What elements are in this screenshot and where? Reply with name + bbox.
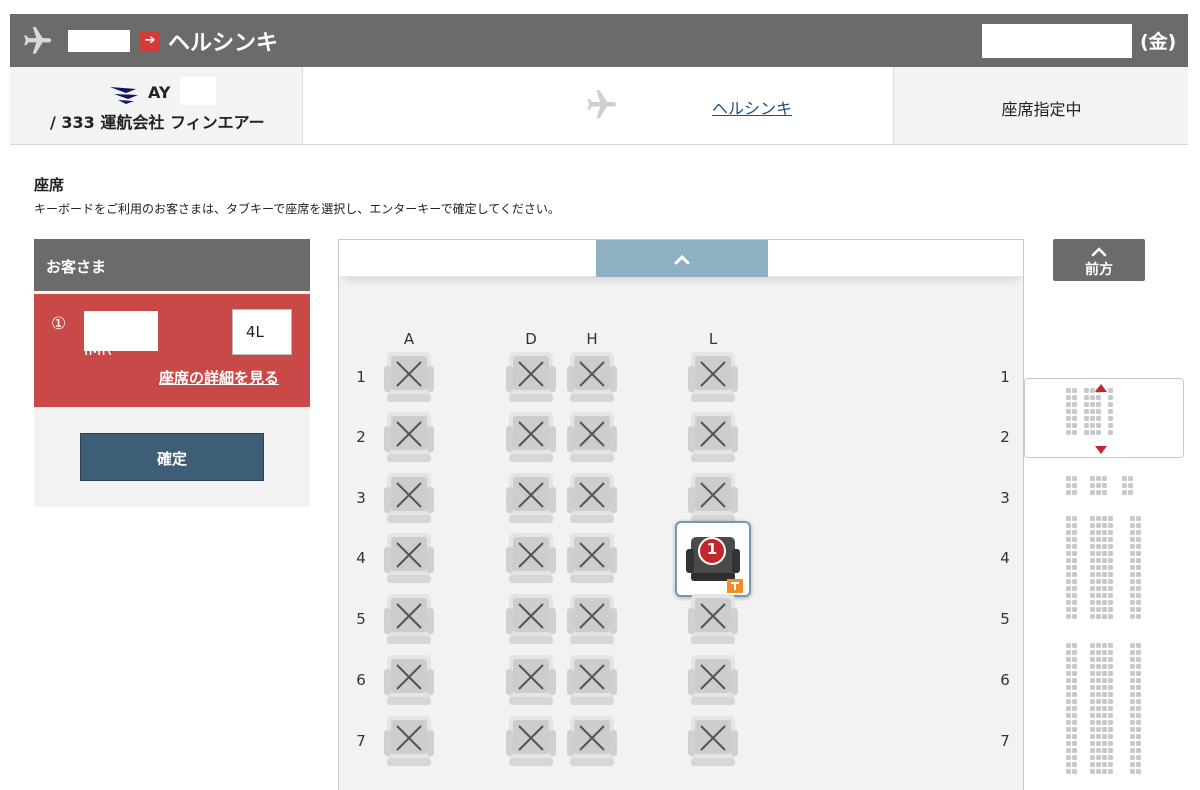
keyboard-instructions: キーボードをご利用のお客さまは、タブキーで座席を選択し、エンターキーで確定してく…: [34, 202, 560, 216]
chevron-up-icon: [674, 254, 690, 265]
row-label-right-5: 5: [1000, 610, 1010, 628]
column-label-l: L: [708, 330, 718, 348]
row-label-left-5: 5: [356, 610, 366, 628]
destination-link[interactable]: ヘルシンキ: [712, 95, 792, 119]
chevron-up-icon: [1091, 247, 1107, 257]
seat-4d-unavailable: [505, 531, 557, 589]
seat-1h-unavailable: [566, 350, 618, 408]
seat-3d-unavailable: [505, 471, 557, 529]
passenger-panel: お客さま ① IMR 4L 座席の詳細を見る 確定: [34, 239, 310, 507]
flight-code: AY: [148, 83, 171, 102]
redacted-flight-number: [180, 77, 216, 105]
assigned-seat-field[interactable]: 4L: [232, 309, 292, 355]
row-label-right-6: 6: [1000, 671, 1010, 689]
row-label-right-3: 3: [1000, 489, 1010, 507]
row-label-left-7: 7: [356, 732, 366, 750]
selected-seat-icon: [686, 537, 743, 593]
passenger-number: ①: [51, 314, 67, 334]
seat-6d-unavailable: [505, 653, 557, 711]
seat-map: A D H L 1 1 2 2 3 3 4 4 1 5 5 6 6 7 7: [338, 239, 1024, 790]
row-label-right-1: 1: [1000, 368, 1010, 386]
route-header: ➔ ヘルシンキ (金): [10, 14, 1188, 67]
section-title: 座席: [34, 176, 65, 194]
seat-4h-unavailable: [566, 531, 618, 589]
column-label-h: H: [586, 330, 598, 348]
seat-3a-unavailable: [383, 471, 435, 529]
row-label-right-2: 2: [1000, 428, 1010, 446]
seat-2a-unavailable: [383, 410, 435, 468]
seat-2l-unavailable: [687, 410, 739, 468]
redacted-passenger-name: [84, 311, 158, 351]
day-of-week: (金): [1140, 31, 1177, 53]
confirm-button[interactable]: 確定: [80, 433, 264, 481]
seat-4l-selected[interactable]: 1: [675, 521, 751, 597]
seat-5a-unavailable: [383, 592, 435, 650]
seat-7h-unavailable: [566, 714, 618, 772]
forward-label: 前方: [1085, 262, 1113, 278]
seat-6l-unavailable: [687, 653, 739, 711]
seat-6h-unavailable: [566, 653, 618, 711]
redacted-origin-city: [417, 94, 479, 120]
cabin-overview-dots: [1066, 384, 1141, 774]
seat-2d-unavailable: [505, 410, 557, 468]
cabin-overview-map[interactable]: [1024, 378, 1190, 790]
airplane-icon: [24, 26, 52, 54]
status-cell: 座席指定中: [893, 67, 1188, 144]
row-label-left-4: 4: [356, 549, 366, 567]
booking-status: 座席指定中: [1001, 100, 1082, 119]
scroll-up-button[interactable]: [596, 240, 768, 277]
airplane-icon: [587, 90, 616, 119]
passenger-panel-header: お客さま: [34, 239, 310, 291]
route-cell: ヘルシンキ: [303, 67, 893, 144]
seat-1a-unavailable: [383, 350, 435, 408]
seat-selection-page: ➔ ヘルシンキ (金) AY / 333 運航会社 フィンエアー ヘルシンキ 座…: [0, 0, 1200, 790]
column-label-a: A: [403, 330, 415, 348]
redacted-date: [982, 24, 1132, 58]
redacted-origin: [68, 29, 130, 52]
route-arrow-icon: ➔: [140, 30, 160, 51]
seat-7l-unavailable: [687, 714, 739, 772]
row-label-left-2: 2: [356, 428, 366, 446]
column-label-d: D: [525, 330, 537, 348]
seat-6a-unavailable: [383, 653, 435, 711]
row-label-left-1: 1: [356, 368, 366, 386]
seat-2h-unavailable: [566, 410, 618, 468]
row-label-left-3: 3: [356, 489, 366, 507]
seat-5l-unavailable: [687, 592, 739, 650]
seat-5h-unavailable: [566, 592, 618, 650]
forward-button[interactable]: 前方: [1053, 239, 1145, 281]
seat-3h-unavailable: [566, 471, 618, 529]
seat-details-link[interactable]: 座席の詳細を見る: [159, 367, 279, 388]
finnair-logo-icon: [110, 87, 138, 104]
row-label-right-4: 4: [1000, 549, 1010, 567]
selected-seat-badge: 1: [706, 540, 718, 558]
operator-text: / 333 運航会社 フィンエアー: [50, 113, 265, 132]
seat-5d-unavailable: [505, 592, 557, 650]
seat-1l-unavailable: [687, 350, 739, 408]
passenger-card[interactable]: ① IMR 4L 座席の詳細を見る: [34, 294, 310, 407]
row-label-left-6: 6: [356, 671, 366, 689]
seat-4a-unavailable: [383, 531, 435, 589]
seat-7a-unavailable: [383, 714, 435, 772]
flight-info-row: AY / 333 運航会社 フィンエアー ヘルシンキ 座席指定中: [10, 67, 1188, 145]
seat-7d-unavailable: [505, 714, 557, 772]
flight-number-cell: AY / 333 運航会社 フィンエアー: [10, 67, 303, 144]
destination-title: ヘルシンキ: [168, 30, 279, 56]
row-label-right-7: 7: [1000, 732, 1010, 750]
seat-1d-unavailable: [505, 350, 557, 408]
